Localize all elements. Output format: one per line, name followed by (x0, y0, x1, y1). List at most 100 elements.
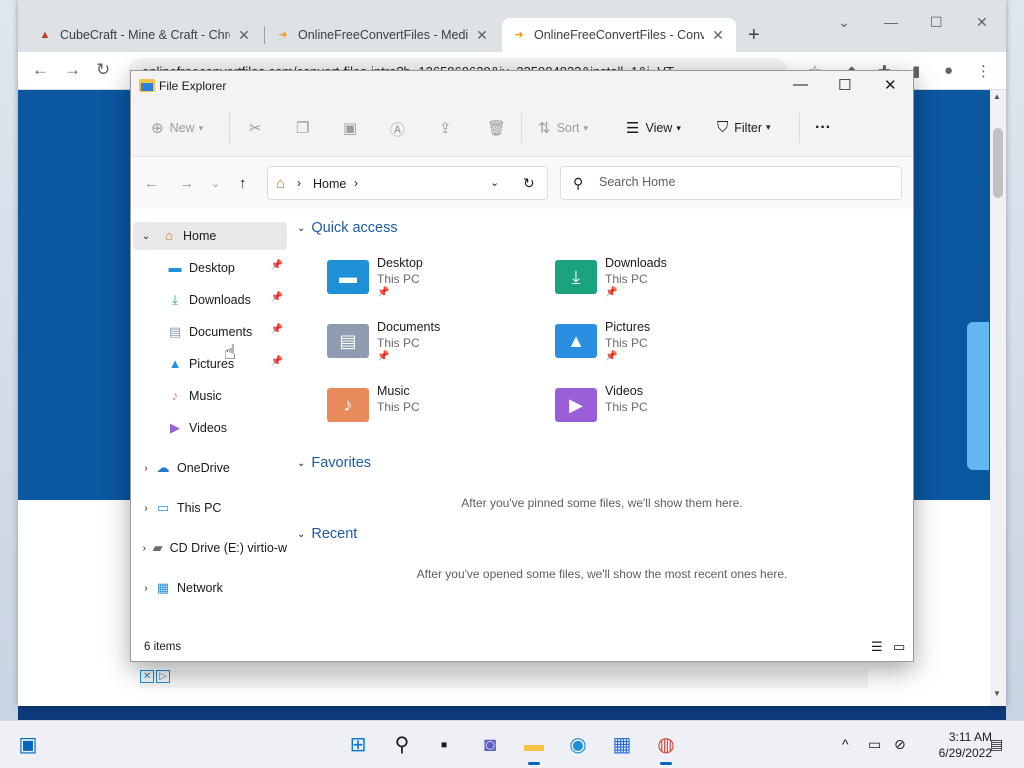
network-tray-icon[interactable]: ▭ (868, 736, 881, 753)
quick-access-item[interactable]: ▬ Desktop This PC 📌 (327, 256, 527, 304)
minimize-icon[interactable]: — (793, 76, 808, 93)
chevron-down-icon[interactable]: ⌄ (139, 231, 153, 242)
documents-folder-icon: ▤ (327, 324, 369, 358)
start-icon[interactable]: ⊞ (344, 731, 372, 759)
title-bar[interactable]: File Explorer — ☐ ✕ (131, 71, 913, 101)
forward-icon[interactable]: → (64, 60, 81, 80)
minimize-icon[interactable]: — (884, 14, 898, 30)
nav-item-videos[interactable]: ▶ Videos (133, 414, 287, 442)
browser-tab-active[interactable]: ➜ OnlineFreeConvertFiles - Conve ✕ (502, 18, 736, 52)
volume-muted-icon[interactable]: ⊘ (894, 736, 906, 753)
nav-item-home[interactable]: ⌄ ⌂ Home (133, 222, 287, 250)
share-button[interactable]: ⇪ (439, 119, 458, 137)
desktop-wallpaper (0, 0, 18, 720)
ad-banner[interactable]: ✕ ▷ (140, 670, 868, 688)
tab-search-icon[interactable]: ⌄ (838, 14, 850, 31)
scroll-thumb[interactable] (993, 128, 1003, 198)
tiles-view-icon[interactable]: ▭ (893, 639, 905, 655)
profile-icon[interactable]: ● (944, 62, 953, 79)
quick-access-item[interactable]: ▶ Videos This PC (555, 384, 755, 432)
address-box[interactable]: ⌂ › Home › ⌄ ↻ (267, 166, 548, 200)
chevron-up-icon[interactable]: ^ (842, 736, 849, 752)
filter-button[interactable]: ⛉ Filter ▾ (717, 119, 771, 136)
scroll-up-icon[interactable]: ▲ (993, 92, 1001, 101)
nav-item-network[interactable]: › ▦ Network (133, 574, 287, 602)
recent-locations-icon[interactable]: ⌄ (211, 177, 220, 190)
item-location: This PC (377, 272, 420, 286)
side-widget[interactable] (967, 322, 989, 470)
view-button[interactable]: ☰ View ▾ (626, 119, 681, 137)
close-icon[interactable]: ✕ (710, 27, 726, 44)
new-label: New (169, 121, 195, 135)
forward-icon[interactable]: → (179, 175, 194, 192)
reload-icon[interactable]: ↻ (96, 60, 110, 80)
chevron-down-icon[interactable]: ⌄ (490, 176, 499, 189)
chevron-right-icon[interactable]: › (139, 583, 153, 594)
file-explorer-icon[interactable]: ▬ (520, 731, 548, 765)
more-options-button[interactable]: ··· (815, 119, 831, 137)
page-scrollbar[interactable]: ▲ ▼ (990, 90, 1006, 706)
task-view-icon[interactable]: ▪ (430, 731, 458, 759)
maximize-icon[interactable]: ☐ (838, 76, 851, 94)
paste-button[interactable]: ▣ (343, 119, 363, 137)
chevron-right-icon[interactable]: › (139, 463, 153, 474)
scroll-down-icon[interactable]: ▼ (993, 689, 1001, 698)
quick-access-item[interactable]: ⤓ Downloads This PC 📌 (555, 256, 755, 304)
nav-item-onedrive[interactable]: › ☁ OneDrive (133, 454, 287, 482)
search-box[interactable]: ⚲ (560, 166, 902, 200)
browser-tab[interactable]: ▲ CubeCraft - Mine & Craft - Chro ✕ (28, 18, 262, 52)
details-view-icon[interactable]: ☰ (871, 639, 883, 655)
nav-item-downloads[interactable]: ⤓ Downloads 📌 (133, 286, 287, 314)
ad-close-icon[interactable]: ✕ (140, 670, 155, 683)
item-location: This PC (605, 272, 648, 286)
quick-access-item[interactable]: ▲ Pictures This PC 📌 (555, 320, 755, 368)
store-icon[interactable]: ▦ (608, 731, 636, 759)
nav-item-desktop[interactable]: ▬ Desktop 📌 (133, 254, 287, 282)
chrome-icon[interactable]: ◍ (652, 731, 680, 765)
chevron-right-icon[interactable]: › (139, 503, 153, 514)
refresh-icon[interactable]: ↻ (523, 175, 535, 192)
widgets-icon[interactable]: ▣ (14, 731, 42, 759)
new-button[interactable]: ⊕ New ▾ (151, 119, 203, 137)
close-icon[interactable]: ✕ (976, 14, 988, 31)
chat-icon[interactable]: ◙ (476, 731, 504, 759)
section-recent[interactable]: ⌄ Recent (297, 526, 357, 542)
cut-button[interactable]: ✂ (249, 119, 268, 137)
nav-item-this-pc[interactable]: › ▭ This PC (133, 494, 287, 522)
new-tab-button[interactable]: + (748, 24, 760, 47)
menu-icon[interactable]: ⋮ (976, 62, 991, 80)
search-icon[interactable]: ⚲ (388, 731, 416, 759)
close-icon[interactable]: ✕ (474, 27, 490, 44)
copy-button[interactable]: ❐ (296, 119, 315, 137)
pin-icon: 📌 (377, 287, 390, 298)
delete-button[interactable]: 🗑 (487, 119, 512, 137)
sort-button[interactable]: ⇅ Sort ▾ (538, 119, 588, 137)
breadcrumb[interactable]: Home (313, 177, 346, 191)
nav-item-cd-drive[interactable]: › ▰ CD Drive (E:) virtio-w (133, 534, 287, 562)
close-icon[interactable]: ✕ (236, 27, 252, 44)
edge-icon[interactable]: ◉ (564, 731, 592, 759)
chevron-right-icon[interactable]: › (139, 543, 150, 554)
back-icon[interactable]: ← (144, 175, 159, 192)
section-favorites[interactable]: ⌄ Favorites (297, 455, 371, 471)
nav-item-documents[interactable]: ▤ Documents 📌 (133, 318, 287, 346)
back-icon[interactable]: ← (32, 60, 49, 80)
nav-item-pictures[interactable]: ▲ Pictures 📌 (133, 350, 287, 378)
pin-icon: 📌 (605, 287, 618, 298)
search-input[interactable] (599, 175, 879, 189)
section-quick-access[interactable]: ⌄ Quick access (297, 220, 398, 236)
rename-button[interactable]: Ⓐ (390, 119, 411, 140)
notification-icon[interactable]: ▤ (990, 736, 1003, 753)
quick-access-item[interactable]: ▤ Documents This PC 📌 (327, 320, 527, 368)
maximize-icon[interactable]: ☐ (930, 14, 943, 31)
nav-item-music[interactable]: ♪ Music (133, 382, 287, 410)
quick-access-item[interactable]: ♪ Music This PC (327, 384, 527, 432)
browser-tab[interactable]: ➜ OnlineFreeConvertFiles - Media ✕ (266, 18, 500, 52)
close-icon[interactable]: ✕ (884, 76, 897, 94)
chevron-down-icon: ▾ (583, 122, 589, 133)
clock[interactable]: 3:11 AM 6/29/2022 (918, 729, 992, 761)
up-icon[interactable]: ↑ (239, 175, 247, 192)
copy-icon: ❐ (296, 120, 310, 137)
chevron-right-icon[interactable]: › (354, 176, 358, 190)
ad-choices-icon[interactable]: ▷ (156, 670, 170, 683)
